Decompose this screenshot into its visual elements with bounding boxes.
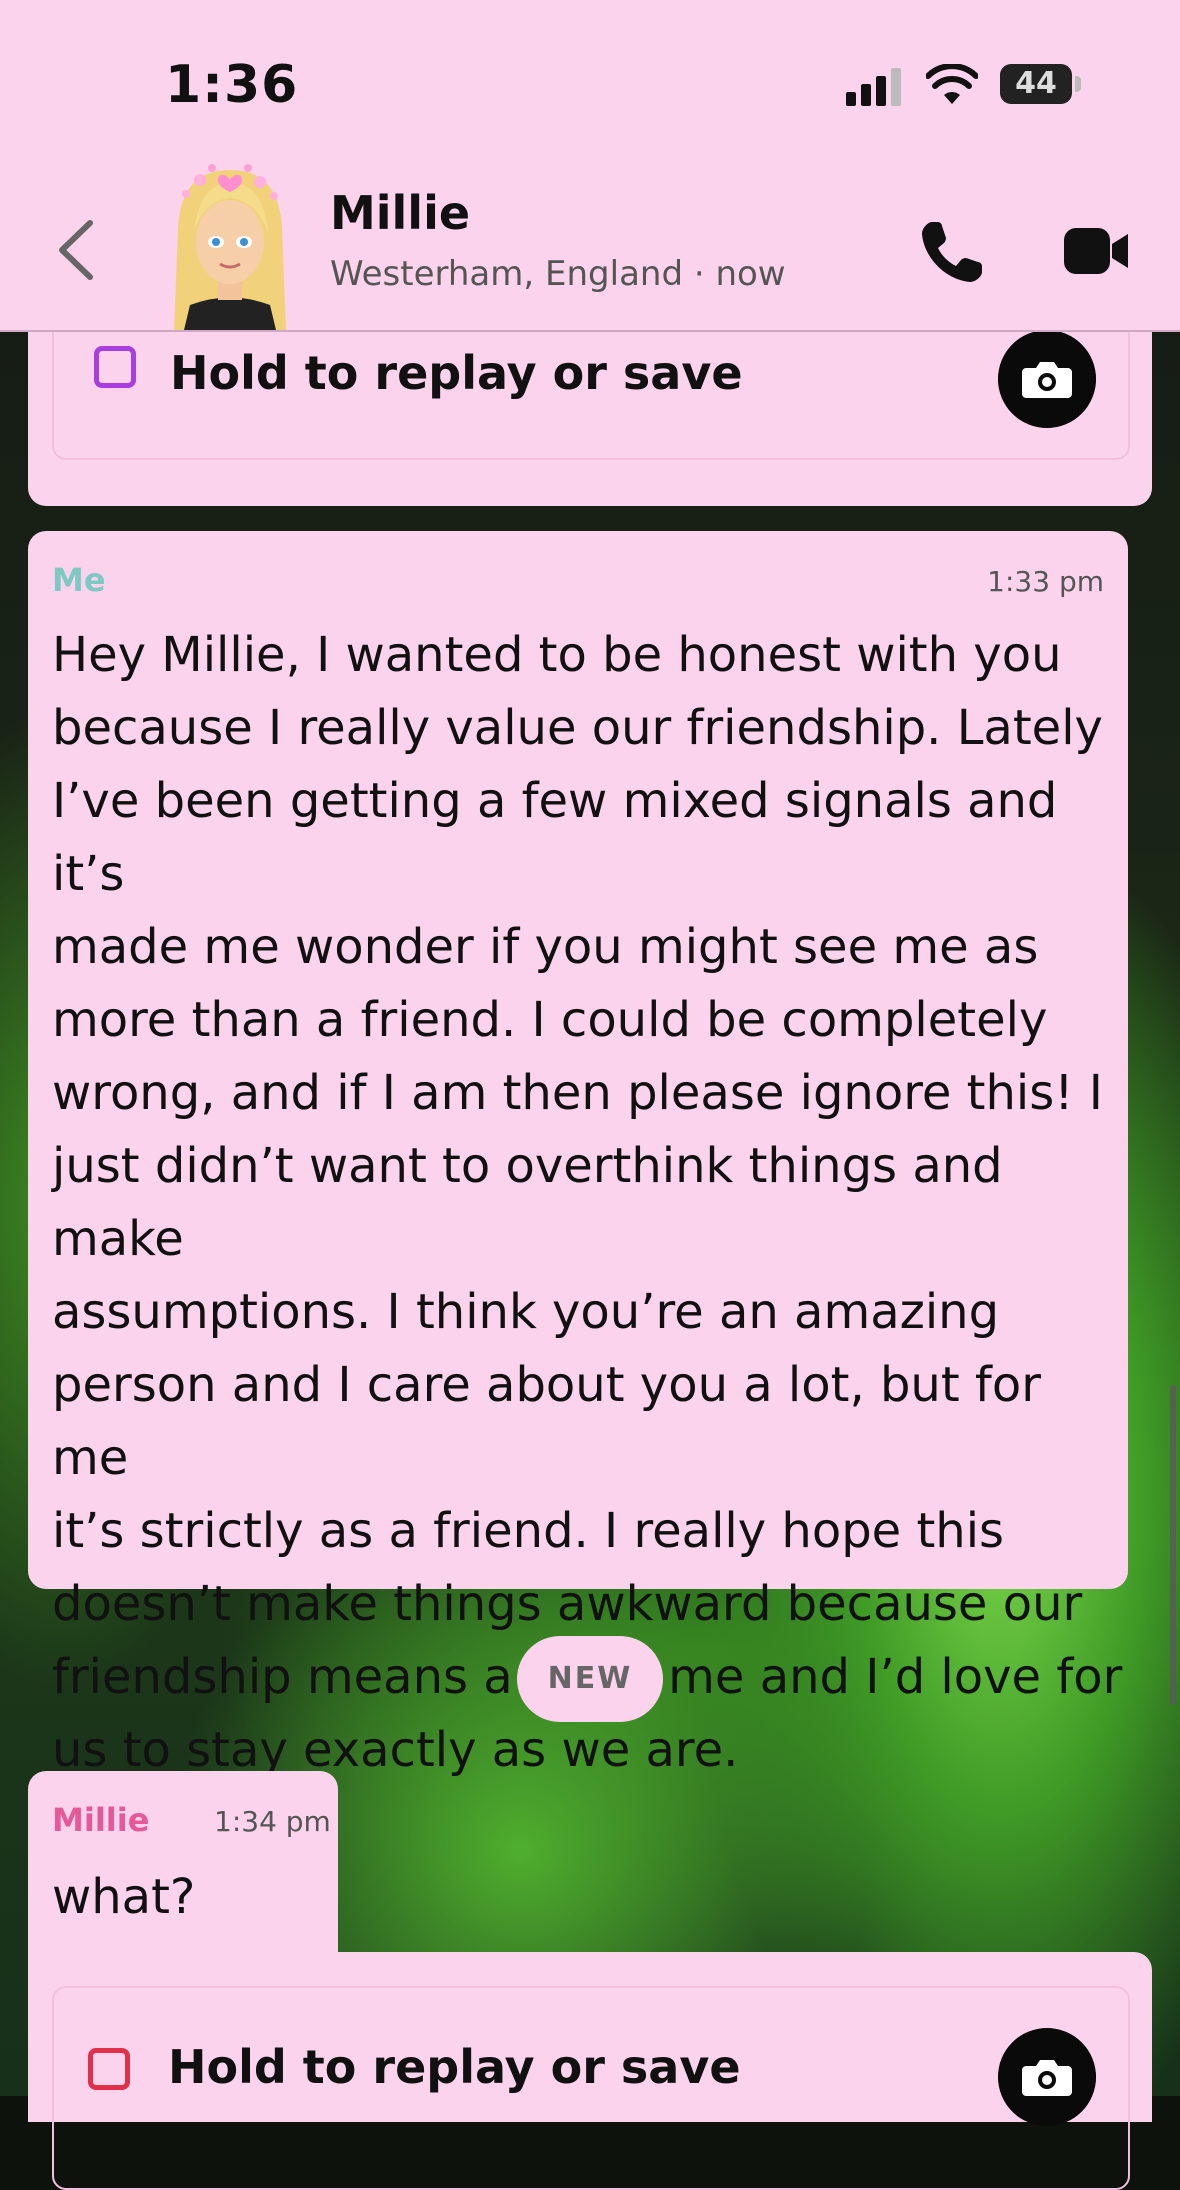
phone-call-icon[interactable] <box>918 218 986 284</box>
snap-replay-label: Hold to replay or save <box>168 2040 741 2094</box>
snap-card[interactable]: Hold to replay or save <box>28 1952 1152 2190</box>
snap-card-inner: Hold to replay or save <box>52 310 1130 460</box>
chat-header: 1:36 44 Millie Westerham, England · now <box>0 0 1180 332</box>
snap-checkbox[interactable] <box>94 346 136 388</box>
video-call-icon[interactable] <box>1062 226 1130 276</box>
camera-icon[interactable] <box>998 2028 1096 2126</box>
battery-cap <box>1075 76 1081 92</box>
cellular-signal-icon <box>846 68 904 106</box>
message-timestamp: 1:34 pm <box>214 1805 331 1838</box>
message-text: what? <box>52 1869 196 1925</box>
snap-card-inner: Hold to replay or save <box>52 1986 1130 2190</box>
camera-icon[interactable] <box>998 330 1096 428</box>
wifi-icon <box>926 64 978 104</box>
snap-card[interactable]: Hold to replay or save <box>28 310 1152 506</box>
avatar[interactable] <box>160 160 300 330</box>
contact-location-status: Westerham, England · now <box>330 254 786 294</box>
scroll-indicator[interactable] <box>1170 1385 1176 1705</box>
message-sender: Me <box>52 561 106 599</box>
message-sender: Millie <box>52 1801 150 1839</box>
snap-replay-label: Hold to replay or save <box>170 346 743 400</box>
snap-checkbox[interactable] <box>88 2048 130 2090</box>
battery-icon: 44 <box>1000 64 1072 104</box>
message-text: Hey Millie, I wanted to be honest with y… <box>52 627 1123 1778</box>
new-messages-divider: NEW <box>517 1636 663 1722</box>
chat-message-me[interactable]: Me 1:33 pm Hey Millie, I wanted to be ho… <box>28 531 1128 1778</box>
status-time: 1:36 <box>165 55 299 115</box>
back-chevron-icon[interactable] <box>52 215 102 285</box>
chat-message-millie[interactable]: Millie 1:34 pm what? <box>28 1771 338 1971</box>
message-timestamp: 1:33 pm <box>987 565 1104 598</box>
contact-name[interactable]: Millie <box>330 186 470 240</box>
